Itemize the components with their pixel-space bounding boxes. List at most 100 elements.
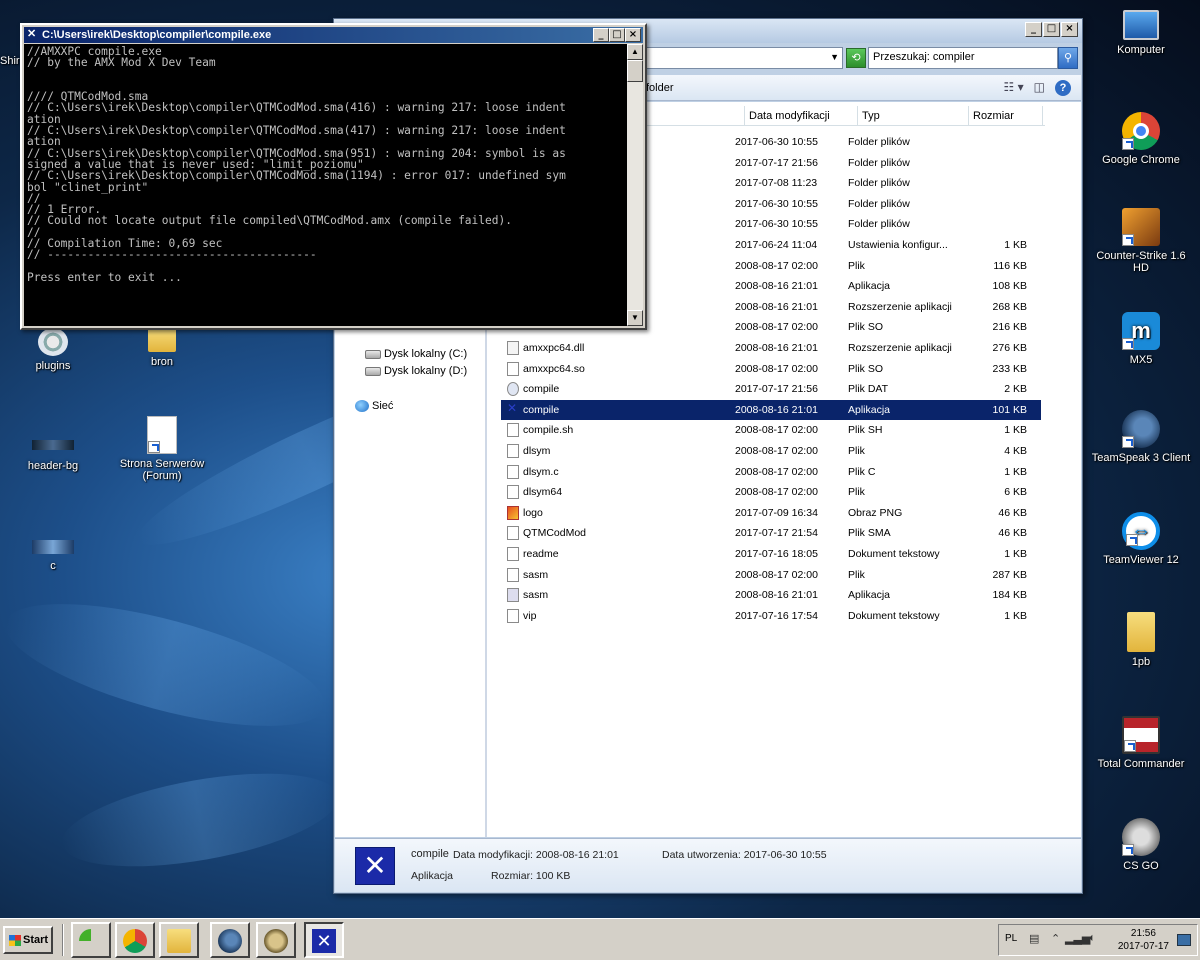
k12-icon bbox=[264, 929, 288, 953]
file-row[interactable]: dlsym 2008-08-17 02:00 Plik 4 KB bbox=[501, 441, 1041, 461]
desktop-icon-label: Strona Serwerów (Forum) bbox=[119, 458, 205, 482]
file-row[interactable]: logo 2017-07-09 16:34 Obraz PNG 46 KB bbox=[501, 503, 1041, 523]
file-size: 233 KB bbox=[992, 362, 1027, 375]
desktop-icon-cs-go[interactable]: CS GO bbox=[1091, 818, 1191, 872]
file-date: 2017-07-09 16:34 bbox=[735, 506, 818, 519]
shortcut-arrow-icon bbox=[1122, 844, 1134, 856]
desktop-icon-label: CS GO bbox=[1123, 860, 1159, 872]
file-date: 2017-07-17 21:56 bbox=[735, 156, 818, 169]
file-date: 2017-06-30 10:55 bbox=[735, 197, 818, 210]
show-desktop-icon[interactable] bbox=[1177, 934, 1191, 946]
close-button[interactable]: × bbox=[625, 28, 641, 42]
preview-pane-icon[interactable]: ◫ bbox=[1034, 80, 1045, 96]
minimize-button[interactable]: _ bbox=[593, 28, 609, 42]
start-button[interactable]: Start bbox=[3, 926, 53, 954]
search-button[interactable]: ⚲ bbox=[1058, 47, 1078, 69]
file-name: QTMCodMod bbox=[523, 527, 587, 540]
file-type: Aplikacja bbox=[848, 589, 891, 602]
desktop-icon-label: Shir bbox=[0, 55, 20, 67]
file-name: amxxpc64.dll bbox=[523, 342, 585, 354]
chevron-down-icon[interactable]: ▼ bbox=[830, 52, 839, 62]
file-name: compile bbox=[523, 403, 560, 416]
file-row[interactable]: dlsym64 2008-08-17 02:00 Plik 6 KB bbox=[501, 482, 1041, 502]
scroll-down-icon[interactable]: ▼ bbox=[627, 310, 643, 326]
file-row[interactable]: vip 2017-07-16 17:54 Dokument tekstowy 1 KB bbox=[501, 606, 1041, 626]
minimize-button[interactable]: _ bbox=[1025, 22, 1042, 37]
teamviewer-icon: ⇔ bbox=[1122, 512, 1160, 550]
desktop-icon-teamspeak[interactable]: TeamSpeak 3 Client bbox=[1091, 410, 1191, 464]
file-row[interactable]: compile.sh 2008-08-17 02:00 Plik SH 1 KB bbox=[501, 420, 1041, 440]
desktop-icon-strona-serwerow[interactable]: Strona Serwerów (Forum) bbox=[112, 416, 212, 482]
file-icon bbox=[507, 608, 519, 623]
column-header-size[interactable]: Rozmiar bbox=[969, 106, 1043, 126]
taskbar-app-k12[interactable] bbox=[256, 922, 296, 958]
scroll-thumb[interactable] bbox=[627, 60, 643, 82]
file-date: 2017-06-24 11:04 bbox=[735, 239, 818, 251]
file-row[interactable]: ✕ compile 2008-08-16 21:01 Aplikacja 101 KB bbox=[501, 399, 1041, 420]
file-size: 6 KB bbox=[1004, 486, 1027, 499]
new-folder-button[interactable]: folder bbox=[646, 82, 674, 94]
file-row[interactable]: amxxpc64.so 2008-08-17 02:00 Plik SO 233 KB bbox=[501, 359, 1041, 379]
file-row[interactable]: sasm 2008-08-17 02:00 Plik 287 KB bbox=[501, 565, 1041, 585]
nav-item-network[interactable]: Sieć bbox=[355, 400, 393, 412]
desktop-icon-1pb[interactable]: 1pb bbox=[1091, 612, 1191, 668]
chevron-up-icon[interactable]: ⌃ bbox=[1051, 932, 1060, 945]
desktop-icon-counter-strike[interactable]: Counter-Strike 1.6 HD bbox=[1091, 208, 1191, 274]
volume-icon[interactable]: 🔈︎ bbox=[1089, 932, 1096, 945]
taskbar-app-explorer[interactable] bbox=[159, 922, 199, 958]
file-icon bbox=[507, 588, 519, 603]
chrome-icon bbox=[123, 929, 147, 953]
file-size: 101 KB bbox=[992, 403, 1027, 416]
desktop-icon-c[interactable]: c bbox=[3, 540, 103, 572]
desktop-icon-plugins[interactable]: plugins bbox=[3, 328, 103, 372]
desktop-icon-bron[interactable]: bron bbox=[112, 328, 212, 368]
desktop-icon-google-chrome[interactable]: Google Chrome bbox=[1091, 112, 1191, 166]
shortcut-arrow-icon bbox=[1124, 740, 1136, 752]
taskbar-app-chrome[interactable] bbox=[115, 922, 155, 958]
help-icon[interactable]: ? bbox=[1055, 80, 1071, 96]
keyboard-icon[interactable]: ▤ bbox=[1029, 932, 1039, 945]
desktop-icon-mx5[interactable]: m MX5 bbox=[1091, 312, 1191, 366]
desktop-icon-label: 1pb bbox=[1131, 656, 1151, 668]
taskbar-app-compile[interactable]: ✕ bbox=[304, 922, 344, 958]
desktop-icon-komputer[interactable]: Komputer bbox=[1091, 10, 1191, 56]
file-row[interactable]: QTMCodMod 2017-07-17 21:54 Plik SMA 46 KB bbox=[501, 523, 1041, 543]
nav-item-drive-d[interactable]: Dysk lokalny (D:) bbox=[365, 365, 467, 377]
wallpaper-streak bbox=[0, 578, 337, 752]
file-type: Aplikacja bbox=[848, 280, 891, 293]
file-name: amxxpc64.so bbox=[523, 362, 585, 375]
file-icon bbox=[507, 423, 519, 438]
column-header-type[interactable]: Typ bbox=[858, 106, 969, 126]
desktop-icon-teamviewer[interactable]: ⇔ TeamViewer 12 bbox=[1091, 512, 1191, 566]
column-header-date[interactable]: Data modyfikacji bbox=[745, 106, 858, 126]
file-name: dlsym64 bbox=[523, 486, 563, 499]
view-options-icon[interactable]: ☷ ▾ bbox=[1004, 80, 1024, 96]
file-row[interactable]: dlsym.c 2008-08-17 02:00 Plik C 1 KB bbox=[501, 462, 1041, 482]
file-type: Plik bbox=[848, 445, 865, 457]
network-signal-icon[interactable]: ▂▃▅ bbox=[1065, 932, 1090, 945]
desktop-icon-header-bg[interactable]: header-bg bbox=[3, 440, 103, 472]
scroll-up-icon[interactable]: ▲ bbox=[627, 44, 643, 60]
language-indicator[interactable]: PL bbox=[1005, 933, 1017, 944]
file-row[interactable]: readme 2017-07-16 18:05 Dokument tekstowy 1… bbox=[501, 544, 1041, 564]
taskbar-app-wifi[interactable] bbox=[71, 922, 111, 958]
nav-item-drive-c[interactable]: Dysk lokalny (C:) bbox=[365, 348, 467, 360]
maximize-button[interactable]: □ bbox=[1043, 22, 1060, 37]
refresh-button[interactable]: ⟲ bbox=[846, 48, 866, 68]
console-output[interactable]: //AMXXPC compile.exe // by the AMX Mod X… bbox=[24, 44, 627, 326]
close-button[interactable]: × bbox=[1061, 22, 1078, 37]
file-row[interactable]: compile 2017-07-17 21:56 Plik DAT 2 KB bbox=[501, 379, 1041, 399]
file-row[interactable]: sasm 2008-08-16 21:01 Aplikacja 184 KB bbox=[501, 585, 1041, 605]
console-titlebar[interactable]: ✕ C:\Users\irek\Desktop\compiler\compile… bbox=[24, 27, 643, 43]
drive-icon bbox=[365, 366, 381, 376]
teamspeak-icon bbox=[1122, 410, 1160, 448]
desktop-icon-partial[interactable]: Shir bbox=[0, 55, 20, 67]
taskbar-app-teamspeak[interactable] bbox=[210, 922, 250, 958]
console-window[interactable]: ✕ C:\Users\irek\Desktop\compiler\compile… bbox=[20, 23, 647, 330]
console-scrollbar[interactable]: ▲ ▼ bbox=[627, 44, 643, 326]
file-row[interactable]: amxxpc64.dll 2008-08-16 21:01 Rozszerzenie… bbox=[501, 338, 1041, 358]
maximize-button[interactable]: □ bbox=[609, 28, 625, 42]
search-input[interactable]: Przeszukaj: compiler bbox=[868, 47, 1058, 69]
desktop-icon-total-commander[interactable]: Total Commander bbox=[1091, 716, 1191, 770]
clock[interactable]: 21:56 2017-07-17 bbox=[1118, 927, 1169, 953]
